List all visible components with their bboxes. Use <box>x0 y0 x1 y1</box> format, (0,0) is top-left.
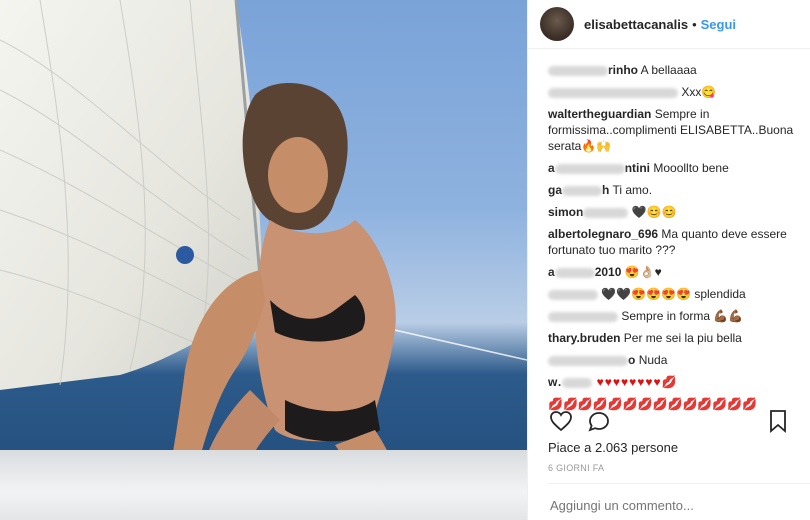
comment-text: 😍👌🏼♥ <box>624 265 662 279</box>
blurred-username <box>554 267 595 278</box>
blurred-username <box>548 87 678 98</box>
likes-count[interactable]: Piace a 2.063 persone <box>548 440 678 455</box>
comment-username-tail[interactable]: o <box>628 353 635 367</box>
post-actions <box>528 403 810 439</box>
comment-username[interactable]: w. <box>548 375 562 389</box>
comment: a 2010 😍👌🏼♥ <box>548 264 799 280</box>
post-header: elisabettacanalis • Segui <box>528 0 810 49</box>
comment: simon 🖤😊😊 <box>548 204 799 220</box>
blurred-username <box>548 289 598 300</box>
divider <box>548 483 810 484</box>
comment: w. ♥♥♥♥♥♥♥♥💋 <box>548 374 799 390</box>
comment-text: Mooollto bene <box>653 161 729 175</box>
post-sidebar: elisabettacanalis • Segui rinho A bellaa… <box>527 0 810 520</box>
comment-username[interactable]: rinho <box>608 63 638 77</box>
comment-text: ♥♥♥♥♥♥♥♥💋 <box>596 375 678 389</box>
comment: waltertheguardian Sempre in formissima..… <box>548 106 799 154</box>
comment: albertolegnaro_696 Ma quanto deve essere… <box>548 226 799 258</box>
blurred-username <box>548 355 628 366</box>
comment-text: Sempre in forma 💪🏾💪🏾 <box>621 309 744 323</box>
comment-text: 🖤😊😊 <box>631 205 677 219</box>
comment-button[interactable] <box>586 408 612 434</box>
comment-text: A bellaaaa <box>640 63 697 77</box>
instagram-post: elisabettacanalis • Segui rinho A bellaa… <box>0 0 810 520</box>
blurred-username <box>562 377 593 388</box>
comment: o Nuda <box>548 352 799 368</box>
comment-username[interactable]: a <box>548 161 555 175</box>
comment-text: Xxx😋 <box>681 85 717 99</box>
heart-icon <box>550 411 572 432</box>
comment-username[interactable]: waltertheguardian <box>548 107 651 121</box>
blurred-username <box>583 207 629 218</box>
blurred-username <box>562 185 603 196</box>
comment-text: Ti amo. <box>612 183 653 197</box>
timestamp[interactable]: 6 GIORNI FA <box>548 463 604 473</box>
post-photo[interactable] <box>0 0 527 520</box>
comment: Sempre in forma 💪🏾💪🏾 <box>548 308 799 324</box>
comment-username[interactable]: a <box>548 265 555 279</box>
follow-button[interactable]: Segui <box>701 17 736 32</box>
comment-icon <box>588 412 609 432</box>
comment-username-tail[interactable]: h <box>602 183 609 197</box>
comment-text: 🖤🖤😍😍😍😍 splendida <box>601 287 746 301</box>
avatar[interactable] <box>540 7 574 41</box>
comment-username-tail[interactable]: 2010 <box>595 265 622 279</box>
comment: Xxx😋 <box>548 84 799 100</box>
boat-deck <box>0 450 527 520</box>
username[interactable]: elisabettacanalis <box>584 17 688 32</box>
comment-username[interactable]: simon <box>548 205 583 219</box>
comment: thary.bruden Per me sei la piu bella <box>548 330 799 346</box>
blurred-username <box>554 163 625 174</box>
comment-username[interactable]: thary.bruden <box>548 331 620 345</box>
bookmark-icon <box>770 410 786 433</box>
comment: ga h Ti amo. <box>548 182 799 198</box>
comment: rinho A bellaaaa <box>548 62 799 78</box>
comment-username-tail[interactable]: ntini <box>625 161 650 175</box>
comment-username[interactable]: ga <box>548 183 562 197</box>
add-comment-input[interactable] <box>548 492 802 518</box>
like-button[interactable] <box>548 408 574 434</box>
blurred-username <box>548 311 618 322</box>
blurred-username <box>548 65 608 76</box>
separator-dot: • <box>692 16 697 32</box>
comment-text: Per me sei la piu bella <box>623 331 742 345</box>
comment: a ntini Mooollto bene <box>548 160 799 176</box>
save-button[interactable] <box>765 408 791 434</box>
comments-list: rinho A bellaaaa Xxx😋 waltertheguardian … <box>528 62 810 411</box>
comment-text: Nuda <box>638 353 668 367</box>
comment: 🖤🖤😍😍😍😍 splendida <box>548 286 799 302</box>
comment-username[interactable]: albertolegnaro_696 <box>548 227 658 241</box>
